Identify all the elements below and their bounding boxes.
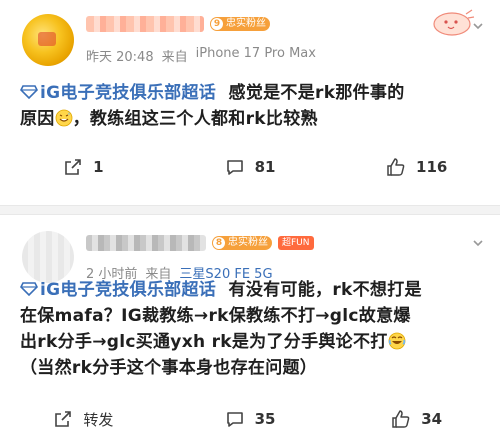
like-count: 116 (416, 158, 448, 176)
supertopic-diamond-icon (20, 282, 38, 296)
like-icon (392, 410, 410, 428)
comment-count: 81 (254, 158, 276, 176)
fan-level: 9 (211, 18, 223, 30)
post-time: 昨天 20:48 (86, 50, 154, 65)
post-meta: 昨天 20:48 来自 iPhone 17 Pro Max (86, 46, 316, 65)
like-count: 34 (421, 410, 443, 428)
share-button[interactable]: 1 (0, 157, 167, 177)
share-icon (55, 411, 72, 427)
comment-count: 35 (254, 410, 276, 428)
post-text-4: （当然rk分手这个事本身也存在问题） (20, 358, 318, 378)
share-button[interactable]: 转发 (0, 409, 167, 430)
chevron-down-icon[interactable] (472, 237, 484, 249)
chevron-down-icon[interactable] (472, 20, 484, 32)
post-content: iG电子竞技俱乐部超话 有没有可能，rk不想打是 在保mafa？IG裁教练→rk… (20, 277, 478, 381)
username-blurred[interactable] (86, 235, 206, 251)
device-name: iPhone 17 Pro Max (195, 46, 316, 61)
supertopic-link[interactable]: iG电子竞技俱乐部超话 (40, 280, 216, 300)
comment-button[interactable]: 81 (167, 157, 334, 177)
share-label: 转发 (83, 410, 114, 429)
post-text-2: 原因 (20, 109, 55, 129)
comment-button[interactable]: 35 (167, 409, 334, 429)
super-fun-badge: 超FUN (278, 236, 314, 250)
avatar[interactable] (22, 231, 74, 283)
action-bar: 转发 35 34 (0, 402, 500, 436)
supertopic-link[interactable]: iG电子竞技俱乐部超话 (40, 83, 216, 103)
like-button[interactable]: 34 (333, 409, 500, 429)
fan-badge-label: 忠实粉丝 (228, 237, 268, 248)
action-bar: 1 81 116 (0, 150, 500, 184)
post-content: iG电子竞技俱乐部超话 感觉是不是rk那件事的 原因 ，教练组这三个人都和rk比… (20, 80, 478, 132)
fan-level: 8 (213, 237, 225, 249)
post-divider (0, 205, 500, 215)
post-text-2b: ，教练组这三个人都和rk比较熟 (72, 109, 318, 129)
share-count: 1 (93, 158, 104, 176)
fan-badge: 8 忠实粉丝 (212, 236, 272, 250)
author-row: 9 忠实粉丝 (86, 12, 270, 36)
post-text-1: 有没有可能，rk不想打是 (228, 280, 422, 300)
like-icon (387, 158, 405, 176)
fan-badge-label: 忠实粉丝 (226, 18, 266, 29)
author-row: 8 忠实粉丝 超FUN (86, 231, 314, 255)
share-icon (65, 159, 81, 175)
post-header: 9 忠实粉丝 昨天 20:48 来自 iPhone 17 Pro Max (0, 0, 500, 78)
post-text-2: 在保mafa？IG裁教练→rk保教练不打→glc故意爆 (20, 306, 411, 326)
cartoon-sticker-icon (433, 9, 475, 36)
post-card[interactable]: 9 忠实粉丝 昨天 20:48 来自 iPhone 17 Pro Max iG电… (0, 0, 500, 205)
sweat-smile-emoji-icon (55, 109, 73, 127)
laugh-cry-emoji-icon (388, 332, 405, 350)
post-text-1: 感觉是不是rk那件事的 (228, 83, 405, 103)
weibo-feed: 9 忠实粉丝 昨天 20:48 来自 iPhone 17 Pro Max iG电… (0, 0, 500, 442)
fan-badge: 9 忠实粉丝 (210, 17, 270, 31)
comment-icon (226, 160, 243, 175)
supertopic-diamond-icon (20, 85, 38, 99)
avatar[interactable] (22, 14, 74, 66)
source-prefix: 来自 (161, 50, 188, 65)
post-text-3: 出rk分手→glc买通yxh rk是为了分手舆论不打 (20, 332, 388, 352)
like-button[interactable]: 116 (333, 157, 500, 177)
comment-icon (226, 412, 243, 427)
username-blurred[interactable] (86, 16, 204, 32)
